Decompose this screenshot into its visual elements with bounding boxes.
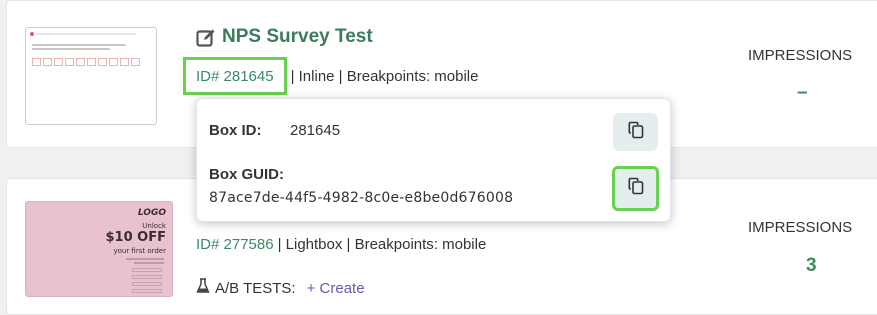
thumb-box: [120, 58, 129, 66]
campaign-title-row[interactable]: NPS Survey Test: [196, 26, 373, 48]
edit-icon[interactable]: [196, 28, 216, 47]
campaign-meta-1: ID# 281645 | Inline | Breakpoints: mobil…: [183, 57, 478, 95]
thumb-box: [54, 58, 63, 66]
thumb-box: [65, 58, 74, 66]
thumb-box: [98, 58, 107, 66]
thumb-box: [43, 58, 52, 66]
thumb-box: [76, 58, 85, 66]
copy-icon: [628, 121, 644, 144]
box-guid-label: Box GUID:: [209, 166, 284, 183]
box-id-value: 281645: [290, 122, 341, 139]
thumb-dot: [30, 32, 34, 36]
campaign-title[interactable]: NPS Survey Test: [222, 26, 373, 48]
thumb-line: [32, 48, 110, 50]
impressions-label: IMPRESSIONS: [748, 47, 853, 64]
campaign-thumbnail-2[interactable]: LOGO Unlock $10 OFF your first order: [25, 201, 173, 297]
box-info-popover: Box ID: 281645 Box GUID: 87ace7de-44f5-4…: [196, 98, 671, 222]
ab-tests-row: A/B TESTS: + Create: [196, 278, 365, 298]
ab-tests-label: A/B TESTS:: [215, 279, 296, 297]
flask-icon: [196, 278, 210, 298]
campaign-thumbnail-1[interactable]: [25, 27, 157, 125]
thumb-line: [36, 33, 136, 35]
copy-box-guid-button[interactable]: [612, 166, 659, 211]
campaign-id-link[interactable]: ID# 281645: [196, 68, 274, 85]
copy-box-id-button[interactable]: [613, 113, 658, 151]
thumb-offer-text: $10 OFF: [105, 230, 166, 245]
thumb-field: [132, 289, 162, 293]
impressions-value: 3: [806, 255, 817, 276]
thumb-subtitle-text: your first order: [113, 247, 166, 255]
impressions-value: –: [797, 82, 808, 103]
copy-icon: [628, 177, 644, 200]
campaign-meta-text: | Inline | Breakpoints: mobile: [290, 67, 479, 85]
create-ab-test-link[interactable]: + Create: [307, 280, 365, 297]
campaign-id-link[interactable]: ID# 277586: [196, 236, 274, 253]
thumb-field: [132, 268, 162, 272]
thumb-line: [126, 258, 164, 260]
thumb-logo-text: LOGO: [137, 208, 166, 218]
thumb-unlock-text: Unlock: [142, 222, 166, 230]
thumb-box: [109, 58, 118, 66]
thumb-field: [132, 282, 162, 286]
id-highlight-box[interactable]: ID# 281645: [183, 57, 287, 95]
campaign-meta-text: | Lightbox | Breakpoints: mobile: [277, 236, 487, 253]
thumb-line: [32, 44, 126, 46]
thumb-box: [131, 58, 140, 66]
thumb-box: [32, 58, 41, 66]
box-id-label: Box ID:: [209, 122, 262, 139]
thumb-line: [134, 262, 164, 264]
box-guid-value: 87ace7de-44f5-4982-8c0e-e8be0d676008: [209, 190, 514, 206]
campaign-meta-2: ID# 277586 | Lightbox | Breakpoints: mob…: [196, 236, 486, 253]
thumb-field: [132, 275, 162, 279]
impressions-label: IMPRESSIONS: [748, 219, 853, 236]
thumb-box: [87, 58, 96, 66]
